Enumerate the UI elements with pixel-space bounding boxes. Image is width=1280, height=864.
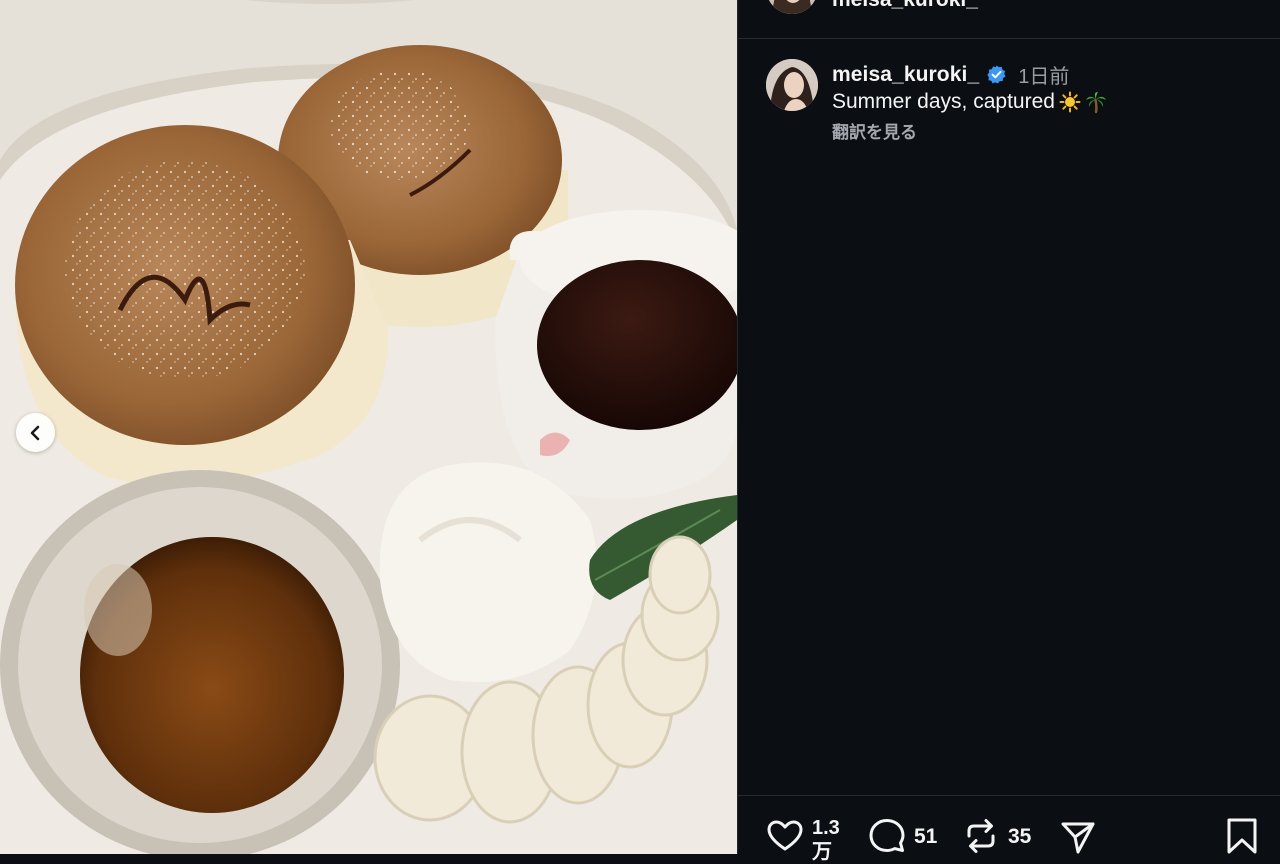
avatar[interactable] bbox=[766, 59, 818, 111]
heart-icon bbox=[767, 820, 803, 851]
bookmark-icon bbox=[1227, 818, 1257, 854]
repost-icon bbox=[967, 819, 995, 853]
avatar-image bbox=[766, 59, 818, 111]
post-photo[interactable] bbox=[0, 0, 737, 854]
repost-button[interactable]: 35 bbox=[961, 816, 1031, 856]
previous-post-strip: meisa_kuroki_ bbox=[738, 0, 1280, 39]
see-translation-link[interactable]: 翻訳を見る bbox=[832, 118, 917, 143]
palm-tree-emoji-icon bbox=[1085, 92, 1106, 113]
verified-badge-icon bbox=[987, 65, 1006, 84]
avatar[interactable] bbox=[766, 0, 818, 14]
comment-count: 51 bbox=[914, 825, 938, 848]
sun-emoji-icon bbox=[1059, 91, 1081, 113]
share-icon bbox=[1061, 822, 1095, 854]
like-count-unit: 万 bbox=[812, 841, 832, 863]
pancake-photo-image bbox=[0, 0, 737, 854]
post-sidebar: meisa_kuroki_ meisa_kuroki_ 1日前 Summer d… bbox=[737, 0, 1280, 863]
comment-button[interactable]: 51 bbox=[867, 816, 937, 856]
comment-icon bbox=[869, 819, 905, 852]
like-count: 1.3 万 bbox=[812, 816, 840, 864]
save-button[interactable] bbox=[1222, 816, 1262, 856]
like-count-value: 1.3 bbox=[812, 817, 840, 839]
post-caption: Summer days, captured bbox=[832, 90, 1107, 114]
previous-username[interactable]: meisa_kuroki_ bbox=[832, 0, 978, 12]
like-button[interactable]: 1.3 万 bbox=[765, 816, 840, 864]
avatar-image bbox=[766, 0, 818, 14]
carousel-prev-button[interactable] bbox=[16, 413, 55, 452]
post-timestamp[interactable]: 1日前 bbox=[1018, 60, 1069, 89]
username-link[interactable]: meisa_kuroki_ bbox=[832, 63, 979, 87]
post-actions-bar: 1.3 万 51 35 bbox=[738, 795, 1280, 863]
caption-text: Summer days, captured bbox=[832, 90, 1055, 113]
post-meta: meisa_kuroki_ 1日前 bbox=[832, 60, 1069, 89]
chevron-left-icon bbox=[30, 425, 39, 440]
share-button[interactable] bbox=[1058, 816, 1098, 856]
repost-count: 35 bbox=[1008, 825, 1032, 848]
